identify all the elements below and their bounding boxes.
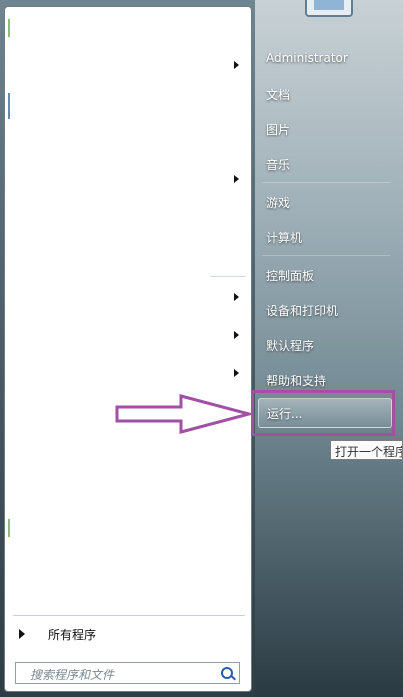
menu-item-games[interactable]: 游戏 [258,187,394,217]
program-item[interactable] [5,49,251,83]
separator [210,276,246,277]
pinned-marker [8,19,10,37]
start-menu: 所有程序 搜索程序和文件 Administrator 文档 图片 音乐 游戏 计… [0,0,403,697]
submenu-arrow-icon [234,293,239,301]
annotation-arrow-icon [115,394,251,434]
all-programs-button[interactable]: 所有程序 [11,623,247,647]
pinned-marker [8,519,10,537]
tooltip: 打开一个程序 [330,440,403,460]
menu-item-music[interactable]: 音乐 [258,149,394,179]
menu-item-devices-printers[interactable]: 设备和打印机 [258,295,394,325]
menu-item-control-panel[interactable]: 控制面板 [258,260,394,290]
program-item[interactable] [5,319,251,353]
program-item[interactable] [5,281,251,315]
user-name: Administrator [266,51,348,65]
search-icon[interactable] [221,667,233,679]
annotation-highlight-box [251,390,395,436]
submenu-arrow-icon [234,369,239,377]
menu-item-label: 计算机 [266,231,303,245]
separator [262,255,390,256]
menu-item-pictures[interactable]: 图片 [258,114,394,144]
user-folder[interactable]: Administrator [258,44,394,74]
menu-item-label: 设备和打印机 [266,304,339,318]
program-item[interactable] [5,163,251,197]
all-programs-arrow-icon [19,629,25,639]
menu-item-documents[interactable]: 文档 [258,79,394,109]
menu-item-default-programs[interactable]: 默认程序 [258,330,394,360]
menu-item-label: 控制面板 [266,269,315,283]
menu-item-label: 音乐 [266,158,291,172]
program-item[interactable] [5,357,251,391]
tooltip-text: 打开一个程序 [335,445,403,459]
search-placeholder: 搜索程序和文件 [30,668,115,682]
programs-pane: 所有程序 搜索程序和文件 [4,6,252,692]
pinned-marker [8,93,10,119]
separator [13,615,245,616]
menu-item-computer[interactable]: 计算机 [258,222,394,252]
submenu-arrow-icon [234,331,239,339]
flag-icon [305,0,353,17]
search-input[interactable]: 搜索程序和文件 [15,662,240,684]
menu-item-label: 默认程序 [266,339,315,353]
separator [262,182,390,183]
all-programs-label: 所有程序 [48,628,97,642]
submenu-arrow-icon [234,61,239,69]
menu-item-label: 文档 [266,88,291,102]
menu-item-label: 游戏 [266,196,291,210]
menu-item-label: 图片 [266,123,291,137]
menu-item-label: 帮助和支持 [266,374,327,388]
submenu-arrow-icon [234,175,239,183]
